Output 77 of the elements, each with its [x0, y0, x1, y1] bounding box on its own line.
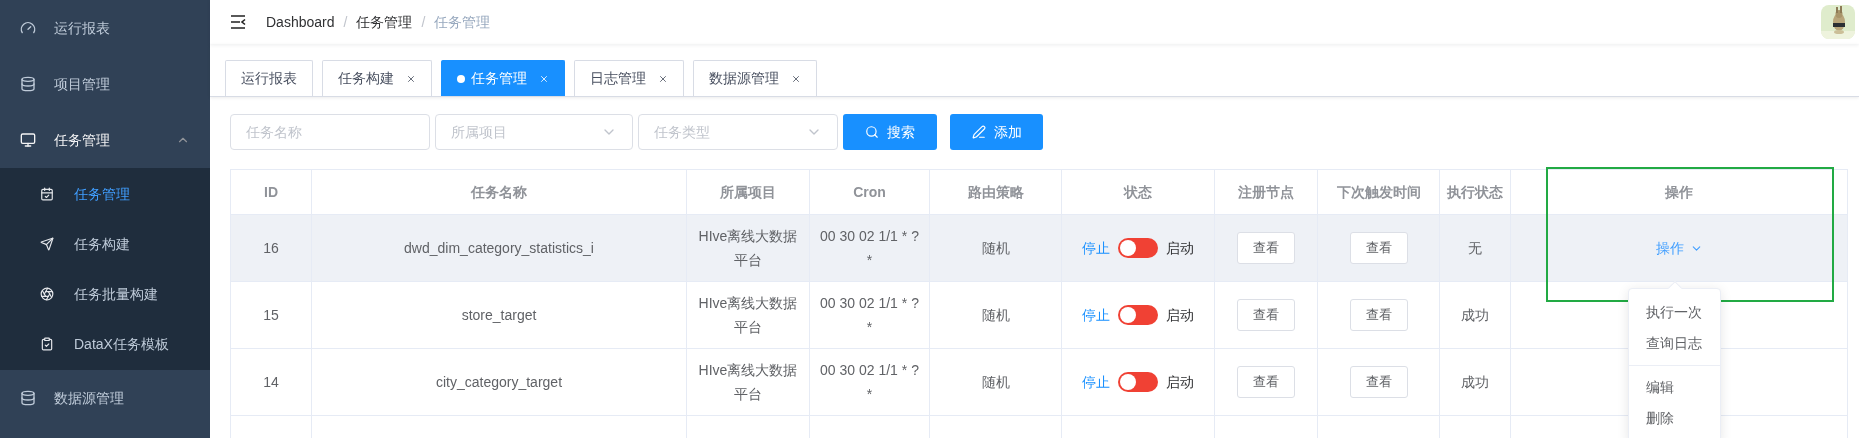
table-cell: city_category_target: [311, 348, 687, 416]
toggle-switch[interactable]: [1118, 372, 1158, 392]
view-button[interactable]: 查看: [1237, 299, 1295, 331]
column-header: 路由策略: [929, 169, 1062, 215]
table-cell: 成功: [1439, 348, 1511, 416]
tab[interactable]: 日志管理: [574, 60, 684, 96]
breadcrumb-item[interactable]: Dashboard: [266, 11, 335, 33]
column-header: 下次触发时间: [1317, 169, 1440, 215]
breadcrumb-item: 任务管理: [434, 12, 491, 32]
calendar-icon: [40, 187, 54, 201]
clipboard-check-icon: [40, 337, 54, 351]
start-label[interactable]: 启动: [1166, 304, 1194, 326]
close-icon[interactable]: [406, 73, 416, 84]
menu-item[interactable]: 执行一次: [1629, 297, 1720, 328]
menu-item[interactable]: 编辑: [1629, 365, 1720, 403]
start-label[interactable]: 启动: [1166, 237, 1194, 259]
breadcrumb-separator: /: [421, 12, 426, 32]
table-cell: 00 30 02 1/1 * ? *: [809, 348, 930, 416]
toggle-switch[interactable]: [1118, 305, 1158, 325]
view-button[interactable]: 查看: [1237, 366, 1295, 398]
monitor-icon: [20, 132, 36, 148]
column-header: 注册节点: [1214, 169, 1318, 215]
sidebar-item[interactable]: 任务管理: [0, 169, 210, 219]
close-icon[interactable]: [539, 73, 549, 84]
table-cell: 14: [230, 348, 312, 416]
aperture-icon: [40, 287, 54, 301]
task-name-field[interactable]: 任务名称: [230, 114, 430, 150]
column-header: Cron: [809, 169, 930, 215]
table-cell: store_target: [311, 281, 687, 349]
gauge-icon: [20, 20, 36, 36]
table-cell: 00 30 02 1/1 * ? *: [809, 281, 930, 349]
sidebar-item[interactable]: 任务管理: [0, 112, 210, 168]
column-header: 任务名称: [311, 169, 687, 215]
menu-item[interactable]: 删除: [1629, 403, 1720, 434]
table-cell: 成功: [1439, 281, 1511, 349]
tab[interactable]: 运行报表: [225, 60, 313, 96]
sidebar-item[interactable]: 运行报表: [0, 0, 210, 56]
breadcrumb-separator: /: [343, 12, 348, 32]
table-cell: 随机: [929, 348, 1062, 416]
column-header: 执行状态: [1439, 169, 1511, 215]
column-header: 操作: [1510, 169, 1848, 215]
column-header: ID: [230, 169, 312, 215]
close-icon[interactable]: [658, 73, 668, 84]
sidebar-item[interactable]: 数据源管理: [0, 370, 210, 426]
tab[interactable]: 任务构建: [322, 60, 432, 96]
view-button[interactable]: 查看: [1349, 366, 1408, 398]
table-cell: HIve离线大数据平台: [686, 281, 810, 349]
table-cell: 15: [230, 281, 312, 349]
table-cell: 无: [1439, 214, 1511, 282]
table-cell: 00 30 02 1/1 * ? *: [809, 214, 930, 282]
close-icon[interactable]: [791, 73, 801, 84]
column-header: 所属项目: [686, 169, 810, 215]
menu-fold-icon[interactable]: [230, 15, 246, 29]
start-label[interactable]: 启动: [1166, 371, 1194, 393]
table-cell: HIve离线大数据平台: [686, 214, 810, 282]
paper-plane-icon: [40, 237, 54, 251]
sidebar-item[interactable]: 项目管理: [0, 56, 210, 112]
table-cell: dwd_dim_category_statistics_i: [311, 214, 687, 282]
menu-item[interactable]: 查询日志: [1629, 328, 1720, 359]
toggle-switch[interactable]: [1118, 238, 1158, 258]
sidebar-item[interactable]: DataX任务模板: [0, 319, 210, 369]
view-button[interactable]: 查看: [1349, 299, 1408, 331]
column-header: 状态: [1061, 169, 1215, 215]
table-cell: HIve离线大数据平台: [686, 348, 810, 416]
view-button[interactable]: 查看: [1237, 232, 1295, 264]
database-icon: [20, 76, 36, 92]
view-button[interactable]: 查看: [1349, 232, 1408, 264]
database-icon: [20, 390, 36, 406]
breadcrumb-item[interactable]: 任务管理: [356, 11, 413, 33]
tab[interactable]: 数据源管理: [693, 60, 817, 96]
table-cell: 随机: [929, 214, 1062, 282]
table-cell: 随机: [929, 281, 1062, 349]
search-icon: [865, 125, 879, 139]
table-cell: 16: [230, 214, 312, 282]
sidebar-item[interactable]: 任务批量构建: [0, 269, 210, 319]
sidebar-item[interactable]: 任务构建: [0, 219, 210, 269]
pen-icon: [971, 125, 986, 139]
